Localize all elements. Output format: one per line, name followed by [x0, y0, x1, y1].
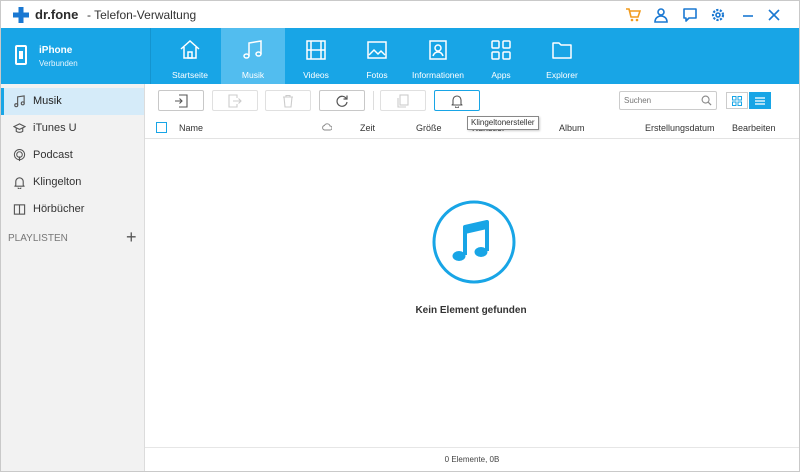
column-bearbeiten[interactable]: Bearbeiten — [732, 123, 776, 133]
feedback-icon[interactable] — [682, 7, 698, 23]
empty-music-icon — [432, 200, 516, 284]
tab-startseite[interactable]: Startseite — [158, 28, 222, 84]
bell-icon — [451, 95, 463, 108]
grid-view-button[interactable] — [726, 92, 748, 109]
playlists-heading: PLAYLISTEN — [8, 233, 68, 244]
refresh-button[interactable] — [319, 90, 365, 111]
contact-icon — [429, 40, 447, 60]
list-view-button[interactable] — [749, 92, 771, 109]
empty-message: Kein Element gefunden — [415, 305, 527, 316]
tab-label: Informationen — [412, 70, 464, 80]
app-window: dr.fone - Telefon-Verwaltung iPhone Verb… — [0, 0, 800, 472]
podcast-icon — [13, 149, 26, 162]
column-groesse[interactable]: Größe — [416, 123, 442, 133]
title-bar: dr.fone - Telefon-Verwaltung — [1, 1, 799, 28]
search-input[interactable] — [624, 94, 698, 107]
close-icon[interactable] — [766, 7, 782, 23]
tab-musik[interactable]: Musik — [221, 28, 285, 84]
refresh-icon — [336, 95, 348, 107]
select-all-checkbox[interactable] — [156, 122, 167, 133]
sidebar-item-label: Klingelton — [33, 176, 82, 188]
sidebar-item-klingelton[interactable]: Klingelton — [1, 169, 144, 196]
column-zeit[interactable]: Zeit — [360, 123, 375, 133]
graduation-cap-icon — [13, 123, 26, 133]
tab-videos[interactable]: Videos — [284, 28, 348, 84]
tab-explorer[interactable]: Explorer — [530, 28, 594, 84]
copy-icon — [397, 94, 409, 108]
column-album[interactable]: Album — [559, 123, 585, 133]
export-button[interactable] — [212, 90, 258, 111]
sidebar: Musik iTunes U Podcast Klingelton Hörbüc… — [1, 84, 145, 471]
music-note-icon — [14, 95, 25, 108]
phone-icon — [15, 45, 27, 65]
tab-label: Musik — [241, 70, 265, 80]
add-playlist-button[interactable]: + — [126, 228, 137, 246]
account-icon[interactable] — [653, 7, 669, 23]
sidebar-item-podcast[interactable]: Podcast — [1, 142, 144, 169]
sidebar-item-label: iTunes U — [33, 122, 77, 134]
bell-icon — [14, 177, 25, 189]
cart-icon[interactable] — [625, 7, 641, 23]
music-icon — [243, 40, 262, 59]
device-panel[interactable]: iPhone Verbunden — [1, 28, 151, 84]
film-icon — [306, 40, 326, 60]
tooltip: Klingeltonersteller — [467, 116, 539, 130]
sidebar-item-musik[interactable]: Musik — [1, 88, 144, 115]
folder-icon — [552, 42, 572, 59]
tab-label: Fotos — [366, 70, 388, 80]
tab-informationen[interactable]: Informationen — [406, 28, 470, 84]
tab-label: Apps — [491, 70, 511, 80]
settings-gear-icon[interactable] — [710, 7, 726, 23]
column-name[interactable]: Name — [179, 123, 203, 133]
toolbar — [145, 84, 799, 117]
search-box[interactable] — [619, 91, 717, 110]
cloud-icon[interactable] — [322, 123, 332, 131]
status-text: 0 Elemente, 0B — [444, 455, 500, 464]
sidebar-item-itunes-u[interactable]: iTunes U — [1, 115, 144, 142]
minimize-icon[interactable] — [740, 7, 756, 23]
import-button[interactable] — [158, 90, 204, 111]
tab-label: Videos — [303, 70, 329, 80]
import-icon — [175, 94, 188, 108]
drfone-logo-icon — [13, 7, 29, 23]
sidebar-item-hoerbuecher[interactable]: Hörbücher — [1, 196, 144, 223]
window-title: - Telefon-Verwaltung — [87, 8, 197, 22]
toolbar-divider — [373, 91, 374, 110]
trash-icon — [283, 94, 293, 108]
ringtone-maker-button[interactable] — [434, 90, 480, 111]
column-erstellungsdatum[interactable]: Erstellungsdatum — [645, 123, 715, 133]
top-navigation: iPhone Verbunden Startseite Musik Videos… — [1, 28, 799, 84]
list-icon — [755, 97, 765, 105]
tab-label: Startseite — [172, 70, 208, 80]
export-icon — [228, 94, 242, 108]
home-icon — [180, 39, 200, 59]
audiobook-icon — [13, 204, 26, 215]
sidebar-item-label: Podcast — [33, 149, 73, 161]
tab-apps[interactable]: Apps — [469, 28, 533, 84]
device-name: iPhone — [39, 45, 73, 56]
device-status: Verbunden — [39, 59, 78, 68]
brand-name: dr.fone — [35, 7, 79, 22]
photo-icon — [367, 41, 387, 59]
search-icon[interactable] — [701, 95, 712, 106]
sidebar-item-label: Musik — [33, 95, 62, 107]
tab-fotos[interactable]: Fotos — [345, 28, 409, 84]
sidebar-item-label: Hörbücher — [33, 203, 85, 215]
status-bar: 0 Elemente, 0B — [145, 447, 799, 471]
grid-icon — [732, 96, 742, 106]
deduplicate-button[interactable] — [380, 90, 426, 111]
delete-button[interactable] — [265, 90, 311, 111]
apps-icon — [491, 40, 511, 60]
tab-label: Explorer — [546, 70, 578, 80]
